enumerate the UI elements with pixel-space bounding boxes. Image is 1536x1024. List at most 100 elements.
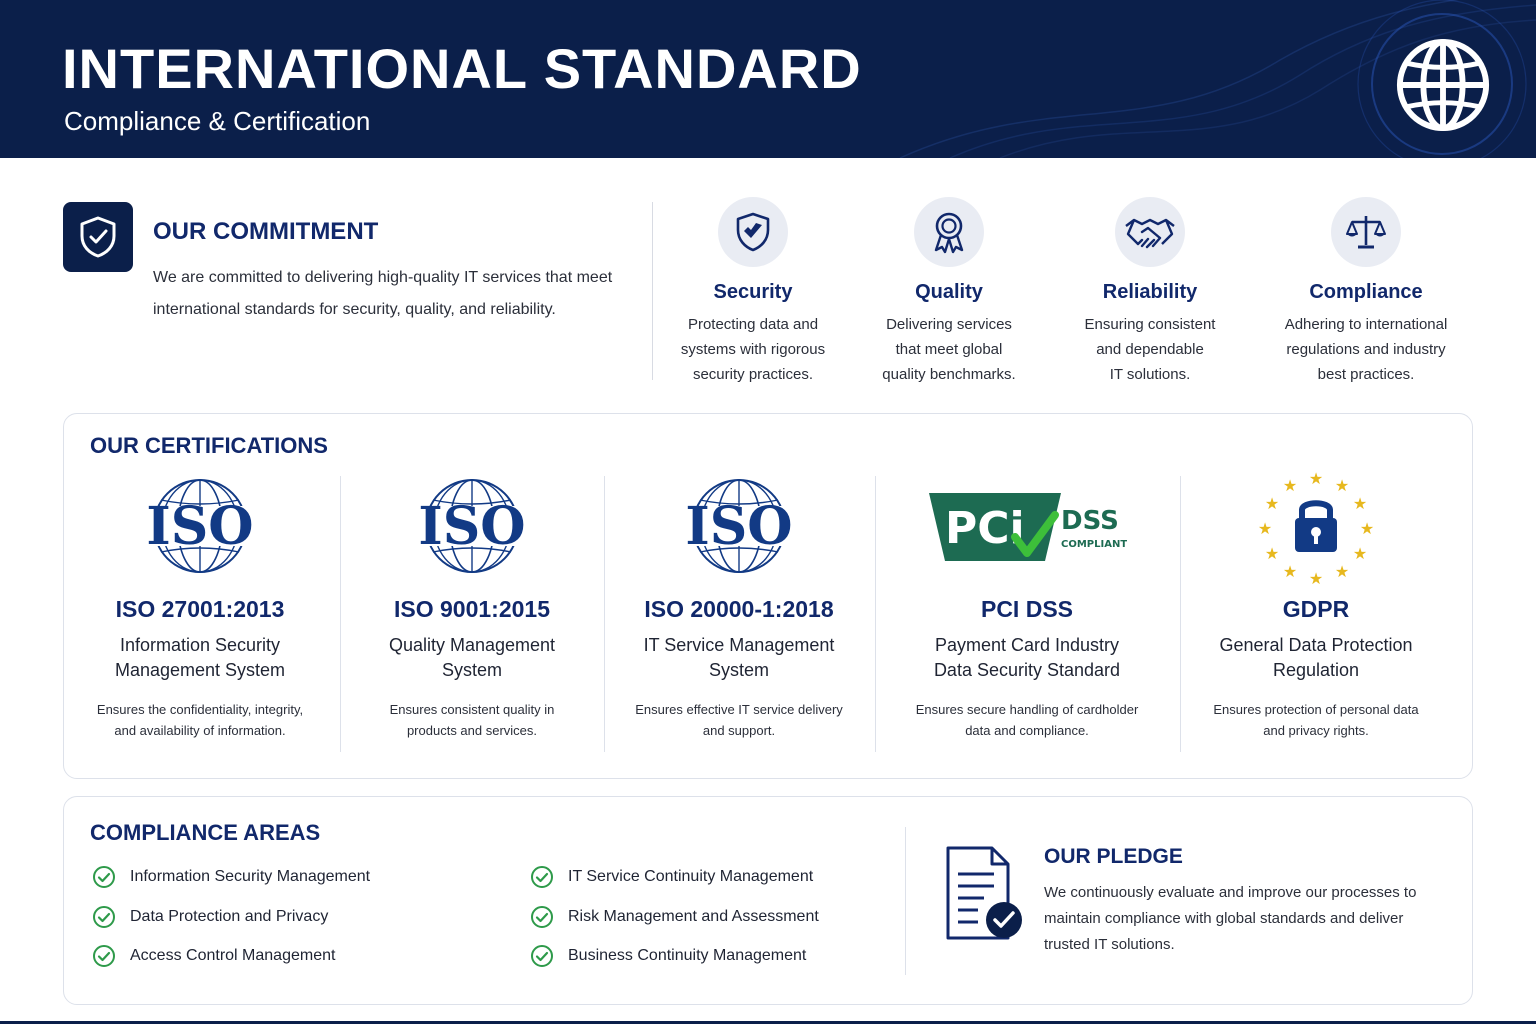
cert-desc-line: data and compliance. [965, 723, 1089, 738]
svg-text:★: ★ [1353, 494, 1367, 513]
cert-full-line: System [708, 660, 769, 680]
cert-desc-line: Ensures protection of personal data [1213, 702, 1419, 717]
cert-name: ISO 9001:2015 [393, 596, 550, 622]
svg-text:★: ★ [1265, 544, 1279, 563]
svg-text:★: ★ [1335, 562, 1349, 581]
svg-text:ISO: ISO [685, 496, 792, 557]
iso-logo: ISO [605, 470, 873, 582]
svg-text:★: ★ [1265, 494, 1279, 513]
pledge-text: We continuously evaluate and improve our… [1044, 884, 1417, 953]
value-desc-line: IT solutions. [1109, 366, 1191, 383]
check-circle-icon [93, 906, 115, 928]
svg-text:DSS: DSS [1061, 506, 1119, 536]
iso-globe-icon: ISO [137, 479, 263, 573]
header-banner: INTERNATIONAL STANDARD Compliance & Cert… [0, 0, 1536, 158]
iso-logo: ISO [64, 470, 336, 582]
compliance-area-item: IT Service Continuity Management [530, 865, 813, 889]
cert-full-line: System [441, 660, 502, 680]
value-title: Reliability [1102, 281, 1198, 303]
value-quality: Quality Delivering services that meet gl… [849, 197, 1049, 387]
value-desc-line: that meet global [895, 341, 1003, 358]
value-compliance: Compliance Adhering to international reg… [1254, 197, 1478, 387]
cert-desc-line: Ensures secure handling of cardholder [915, 702, 1139, 717]
svg-text:★: ★ [1335, 476, 1349, 495]
commitment-title: OUR COMMITMENT [153, 218, 379, 245]
cert-full-name: General Data Protection Regulation [1181, 633, 1451, 683]
cert-iso-27001: ISO ISO 27001:2013 Information Security … [64, 470, 336, 741]
svg-text:ISO: ISO [418, 496, 525, 557]
pci-dss-logo-mark: PCi DSS COMPLIANT [929, 493, 1127, 561]
compliance-area-item: Risk Management and Assessment [530, 905, 819, 929]
value-desc-line: best practices. [1317, 366, 1415, 383]
svg-text:★: ★ [1258, 519, 1272, 538]
check-circle-icon [531, 945, 553, 967]
shield-icon [736, 212, 770, 252]
value-reliability: Reliability Ensuring consistent and depe… [1050, 197, 1250, 387]
value-title: Quality [915, 281, 983, 303]
cert-full-line: Regulation [1272, 660, 1360, 680]
eu-stars-lock-icon: ★ ★ ★ ★ ★ ★ ★ ★ ★ ★ ★ ★ [1258, 469, 1374, 584]
svg-text:★: ★ [1353, 544, 1367, 563]
iso-globe-icon: ISO [409, 479, 535, 573]
check-circle-icon [93, 866, 115, 888]
value-icon-circle [1115, 197, 1185, 267]
scales-icon [1346, 216, 1386, 249]
cert-full-name: Payment Card Industry Data Security Stan… [876, 633, 1178, 683]
value-security: Security Protecting data and systems wit… [653, 197, 853, 387]
value-description: Ensuring consistent and dependable IT so… [1050, 312, 1250, 387]
shield-check-icon [80, 216, 116, 258]
cert-desc-line: and privacy rights. [1263, 723, 1369, 738]
check-circle-icon [531, 866, 553, 888]
value-desc-line: and dependable [1096, 341, 1204, 358]
cert-description: Ensures consistent quality in products a… [341, 699, 603, 741]
areas-divider [905, 827, 906, 975]
value-icon-circle [1331, 197, 1401, 267]
compliance-areas-title: COMPLIANCE AREAS [90, 820, 321, 845]
compliance-area-item: Business Continuity Management [530, 944, 806, 968]
cert-full-line: Payment Card Industry [934, 635, 1120, 655]
cert-gdpr: ★ ★ ★ ★ ★ ★ ★ ★ ★ ★ ★ ★ GDPR General Dat… [1181, 469, 1451, 741]
value-description: Protecting data and systems with rigorou… [653, 312, 853, 387]
commitment-badge [63, 202, 133, 272]
svg-text:★: ★ [1283, 476, 1297, 495]
value-desc-line: security practices. [692, 366, 814, 383]
cert-name: ISO 20000-1:2018 [644, 596, 834, 622]
commitment-text: We are committed to delivering high-qual… [153, 269, 613, 318]
value-desc-line: quality benchmarks. [882, 366, 1016, 383]
value-description: Delivering services that meet global qua… [849, 312, 1049, 387]
iso-logo: ISO [341, 470, 603, 582]
cert-full-line: Information Security [119, 635, 281, 655]
compliance-area-item: Data Protection and Privacy [92, 905, 328, 929]
cert-full-name: Information Security Management System [64, 633, 336, 683]
cert-full-name: Quality Management System [341, 633, 603, 683]
value-icon-circle [914, 197, 984, 267]
cert-full-name: IT Service Management System [605, 633, 873, 683]
cert-full-line: IT Service Management [643, 635, 835, 655]
cert-name: PCI DSS [980, 596, 1074, 622]
svg-text:★: ★ [1283, 562, 1297, 581]
svg-text:ISO: ISO [146, 496, 253, 557]
cert-full-line: Management System [114, 660, 286, 680]
compliance-area-label: Risk Management and Assessment [568, 908, 819, 925]
pledge-title: OUR PLEDGE [1044, 845, 1183, 868]
cert-description: Ensures secure handling of cardholder da… [876, 699, 1178, 741]
globe-icon [1396, 38, 1490, 132]
cert-iso-9001: ISO ISO 9001:2015 Quality Management Sys… [341, 470, 603, 741]
handshake-icon [1125, 218, 1175, 249]
cert-full-line: General Data Protection [1219, 635, 1413, 655]
cert-desc-line: and support. [702, 723, 776, 738]
cert-description: Ensures protection of personal data and … [1181, 699, 1451, 741]
cert-desc-line: Ensures consistent quality in [389, 702, 555, 717]
svg-text:COMPLIANT: COMPLIANT [1061, 539, 1127, 550]
svg-text:★: ★ [1309, 469, 1323, 488]
value-icon-circle [718, 197, 788, 267]
value-description: Adhering to international regulations an… [1254, 312, 1478, 387]
value-desc-line: Protecting data and [687, 316, 819, 333]
cert-pci-dss: PCi DSS COMPLIANT PCI DSS Payment Card I… [876, 470, 1178, 741]
cert-name: ISO 27001:2013 [115, 596, 285, 622]
compliance-area-label: Access Control Management [130, 947, 336, 964]
cert-desc-line: Ensures the confidentiality, integrity, [96, 702, 304, 717]
compliance-area-label: Information Security Management [130, 868, 371, 885]
certifications-title: OUR CERTIFICATIONS [90, 433, 328, 458]
page-title: INTERNATIONAL STANDARD [62, 37, 862, 100]
